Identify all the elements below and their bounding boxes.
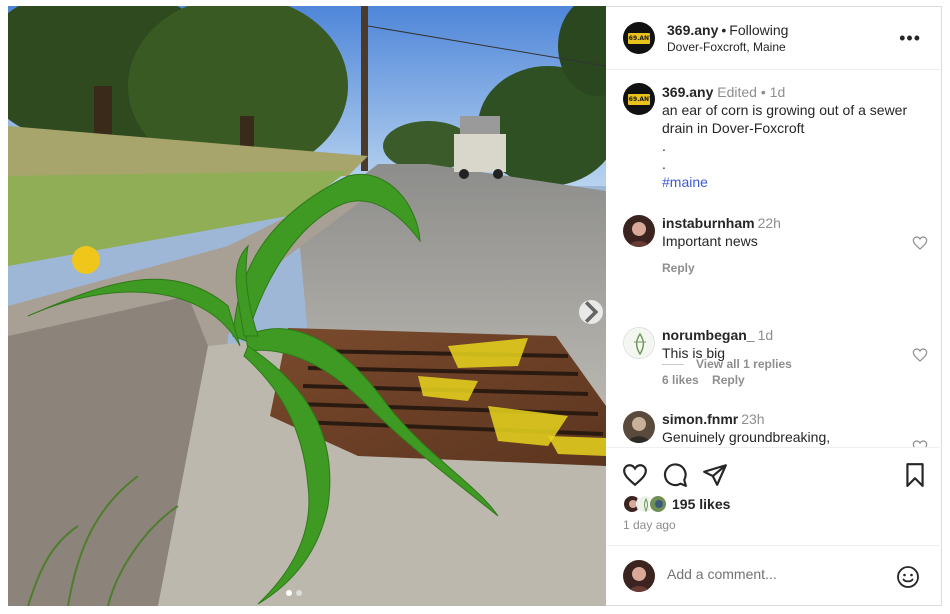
emoji-icon[interactable] [896, 565, 920, 589]
comment-body: simon.fnmr 23h Genuinely groundbreaking, [662, 411, 902, 445]
heart-icon[interactable] [912, 235, 928, 251]
add-comment-input[interactable] [667, 566, 877, 582]
reply-button[interactable]: Reply [712, 373, 745, 387]
heart-icon[interactable] [912, 347, 928, 363]
comment-actions: Reply [662, 261, 902, 275]
likes-summary[interactable]: 195 likes [623, 495, 730, 513]
commenter-username[interactable]: simon.fnmr [662, 411, 738, 427]
caption-text: an ear of corn is growing out of a sewer… [662, 102, 908, 136]
send-icon[interactable] [702, 462, 728, 488]
caption-username[interactable]: 369.any [662, 84, 713, 100]
likes-count[interactable]: 195 likes [672, 496, 730, 512]
author-avatar[interactable]: 369.ANY [623, 22, 655, 54]
heart-icon[interactable] [622, 462, 648, 488]
separator-dot: • [756, 84, 770, 100]
comment-body: norumbegan_ 1d This is big 6 likes Reply [662, 327, 902, 387]
comment-likes[interactable]: 6 likes [662, 373, 699, 387]
post-header: 369.ANY 369.any • Following Dover-Foxcroft… [606, 7, 941, 70]
carousel-indicator [286, 590, 302, 596]
caption-dot: . [662, 138, 666, 154]
separator-dot: • [721, 22, 727, 38]
comment-time: 23h [741, 411, 765, 427]
hashtag-link[interactable]: #maine [662, 173, 927, 191]
chevron-right-icon [584, 301, 599, 323]
post-time-ago: 1 day ago [623, 518, 676, 532]
logo-plate: 369.ANY [624, 32, 654, 44]
comment-body: instaburnham 22h Important news Reply [662, 215, 902, 275]
current-user-avatar [623, 560, 655, 592]
logo-plate: 369.ANY [624, 93, 654, 105]
comment-time: 22h [757, 215, 781, 231]
caption-time: 1d [769, 84, 786, 100]
post-caption: 369.any Edited • 1d an ear of corn is gr… [662, 83, 927, 191]
caption-avatar[interactable]: 369.ANY [623, 83, 655, 115]
post-photo [8, 6, 606, 606]
comment-time: 1d [757, 327, 774, 343]
commenter-avatar[interactable] [623, 215, 655, 247]
more-options-icon[interactable]: ••• [899, 29, 921, 47]
next-photo-button[interactable] [579, 300, 603, 324]
comment-icon[interactable] [662, 462, 688, 488]
comment-text: This is big [662, 345, 726, 361]
carousel-dot [286, 590, 292, 596]
comment-text: Genuinely groundbreaking, [662, 429, 831, 445]
corn-sewer-drain-image [8, 6, 606, 606]
follow-status[interactable]: Following [729, 22, 788, 38]
bookmark-icon[interactable] [902, 462, 928, 488]
reply-button[interactable]: Reply [662, 261, 695, 275]
heart-icon[interactable] [912, 439, 928, 447]
commenter-username[interactable]: instaburnham [662, 215, 755, 231]
commenter-avatar[interactable] [623, 411, 655, 443]
carousel-dot [296, 590, 302, 596]
author-line: 369.any • Following [667, 22, 788, 38]
author-username[interactable]: 369.any [667, 22, 718, 38]
post-actions-bar: 195 likes 1 day ago [606, 447, 942, 545]
commenter-username[interactable]: norumbegan_ [662, 327, 755, 343]
caption-dot: . [662, 156, 666, 172]
comments-list[interactable]: 369.ANY 369.any Edited • 1d an ear of co… [606, 71, 942, 447]
comment-text: Important news [662, 233, 758, 249]
add-comment-bar [606, 545, 942, 607]
post-location[interactable]: Dover-Foxcroft, Maine [667, 40, 786, 54]
edited-label: Edited [717, 84, 757, 100]
liker-avatar [649, 495, 667, 513]
commenter-avatar[interactable] [623, 327, 655, 359]
comment-actions: 6 likes Reply [662, 373, 902, 387]
post-details-panel: 369.ANY 369.any • Following Dover-Foxcroft… [606, 6, 942, 606]
